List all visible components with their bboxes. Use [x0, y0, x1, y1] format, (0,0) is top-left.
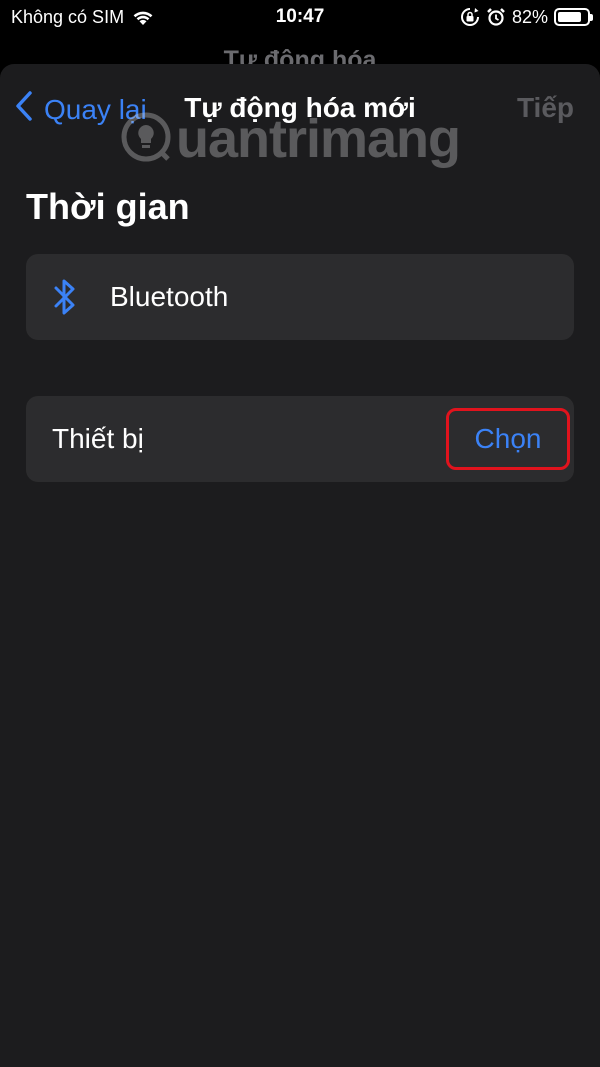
device-row: Thiết bị Chọn [26, 396, 574, 482]
battery-fill [558, 12, 581, 22]
choose-device-button[interactable]: Chọn [446, 408, 570, 470]
next-button[interactable]: Tiếp [517, 92, 574, 124]
nav-title: Tự động hóa mới [184, 92, 416, 123]
status-left: Không có SIM [11, 7, 154, 28]
bluetooth-icon [52, 277, 80, 317]
bluetooth-row[interactable]: Bluetooth [26, 254, 574, 340]
wifi-icon [132, 9, 154, 26]
lock-rotation-icon [460, 7, 480, 27]
battery-percent: 82% [511, 6, 548, 27]
status-right: 82% [460, 6, 593, 28]
nav-bar: Quay lại Tự động hóa mới Tiếp [0, 64, 600, 154]
battery-icon [554, 8, 593, 26]
alarm-icon [486, 7, 506, 27]
carrier-label: Không có SIM [11, 6, 125, 27]
device-label: Thiết bị [52, 423, 144, 454]
automation-sheet: Quay lại Tự động hóa mới Tiếp uantrimang… [0, 64, 600, 1067]
section-title: Thời gian [26, 186, 190, 227]
status-bar: Không có SIM 10:47 82% [0, 0, 600, 34]
bluetooth-label: Bluetooth [110, 281, 229, 312]
screen: Không có SIM 10:47 82% Tự động hóa Quay … [0, 0, 600, 1067]
